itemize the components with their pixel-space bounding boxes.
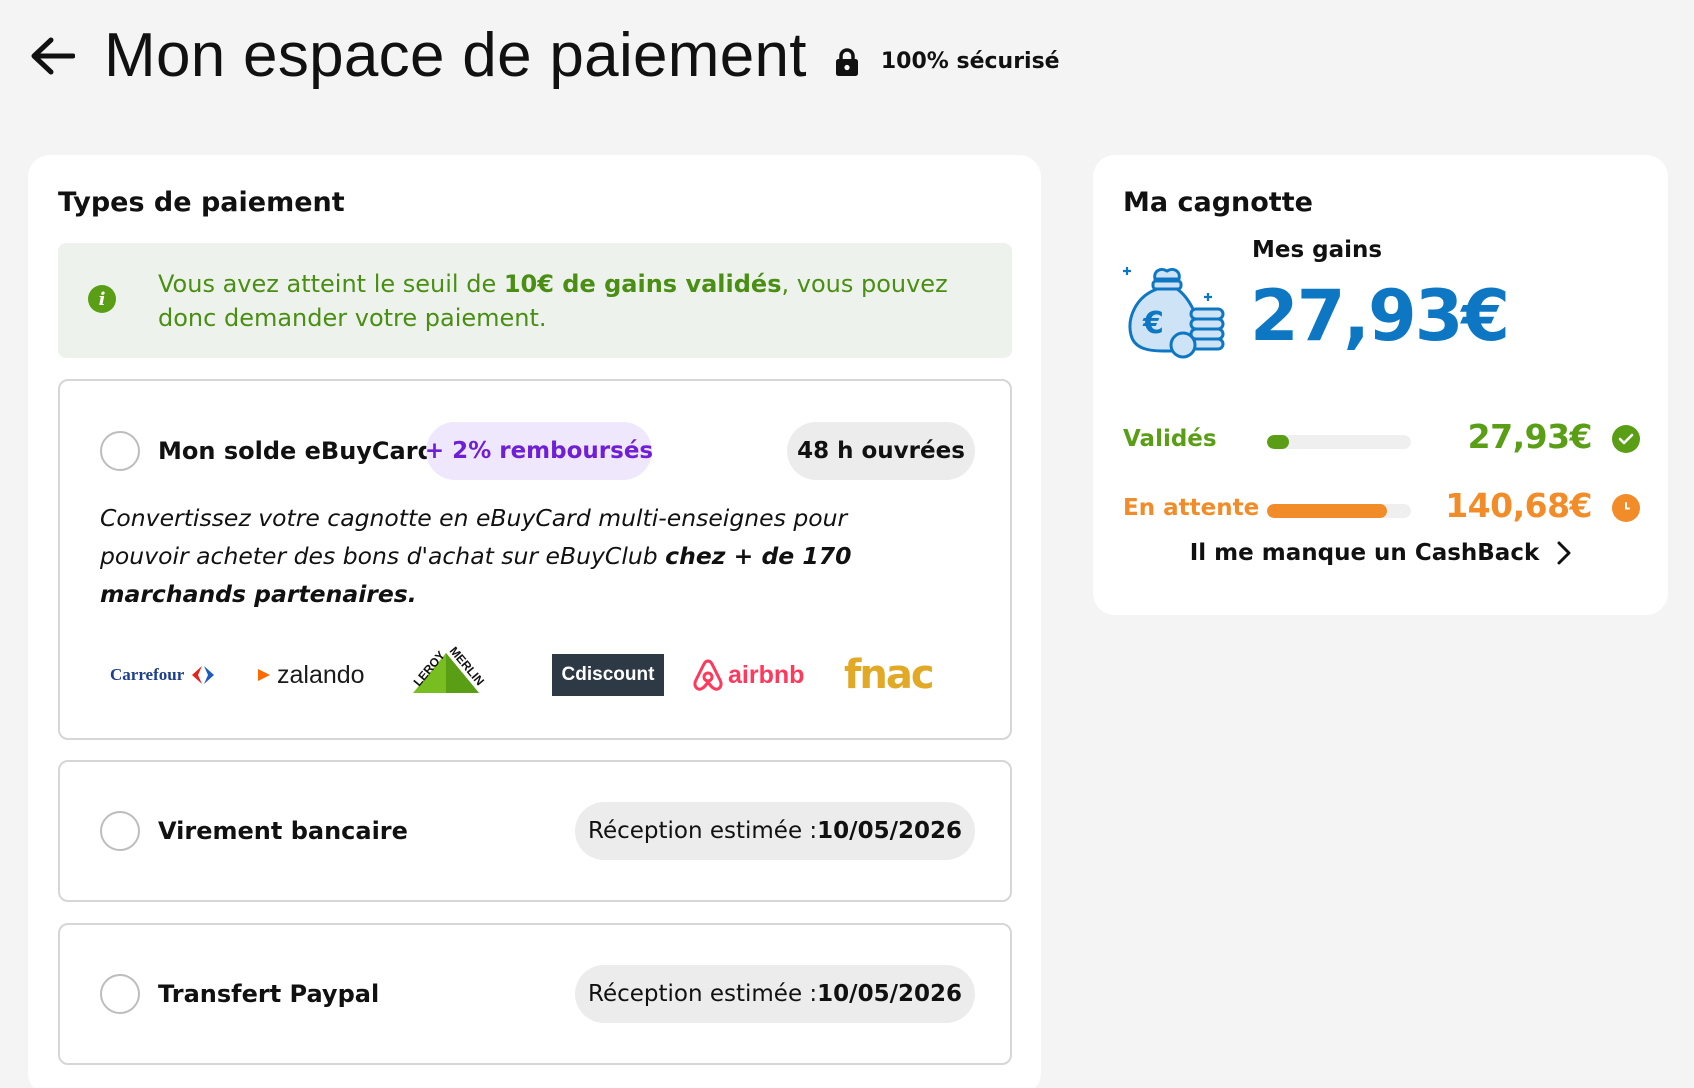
carrefour-logo: Carrefour bbox=[110, 643, 218, 707]
airbnb-logo: airbnb bbox=[692, 643, 804, 707]
virement-label: Virement bancaire bbox=[158, 817, 408, 845]
payment-option-virement[interactable]: Virement bancaire Réception estimée : 10… bbox=[58, 760, 1012, 902]
back-button[interactable] bbox=[26, 30, 78, 82]
validated-progress-fill bbox=[1267, 435, 1289, 449]
paypal-label: Transfert Paypal bbox=[158, 980, 380, 1008]
validated-progress-bar bbox=[1267, 435, 1411, 449]
svg-text:€: € bbox=[1142, 306, 1164, 341]
zalando-logo: zalando bbox=[255, 643, 365, 707]
paypal-radio[interactable] bbox=[100, 974, 140, 1014]
pending-progress-bar bbox=[1267, 504, 1411, 518]
check-circle-icon bbox=[1612, 425, 1640, 453]
partner-logos: Carrefour zalando LEROY MERLIN Cdiscount… bbox=[110, 643, 970, 707]
payment-option-ebuycard[interactable]: Mon solde eBuyCard + 2% remboursés 48 h … bbox=[58, 379, 1012, 740]
refund-badge: + 2% remboursés bbox=[425, 422, 653, 480]
virement-radio[interactable] bbox=[100, 811, 140, 851]
pending-value: 140,68€ bbox=[1445, 486, 1592, 525]
page-title: Mon espace de paiement bbox=[104, 21, 807, 90]
chevron-right-icon bbox=[1557, 541, 1571, 565]
cdiscount-logo: Cdiscount bbox=[552, 643, 664, 707]
missing-cashback-label: Il me manque un CashBack bbox=[1189, 540, 1540, 566]
reception-badge: Réception estimée : 10/05/2026 bbox=[575, 802, 975, 860]
delay-badge: 48 h ouvrées bbox=[787, 422, 975, 480]
money-bag-icon: € bbox=[1123, 267, 1225, 359]
info-icon: i bbox=[88, 285, 116, 313]
gains-label: Mes gains bbox=[1252, 237, 1383, 263]
info-text: Vous avez atteint le seuil de 10€ de gai… bbox=[158, 270, 948, 332]
validated-value: 27,93€ bbox=[1467, 417, 1593, 456]
pending-progress-fill bbox=[1267, 504, 1387, 518]
gains-amount: 27,93€ bbox=[1250, 275, 1510, 357]
arrow-left-icon bbox=[31, 37, 75, 74]
clock-icon bbox=[1612, 494, 1640, 522]
ebuycard-description: Convertissez votre cagnotte en eBuyCard … bbox=[100, 504, 852, 608]
secure-indicator: 100% sécurisé bbox=[835, 47, 1060, 77]
payment-types-title: Types de paiement bbox=[58, 187, 345, 218]
secure-label: 100% sécurisé bbox=[880, 49, 1060, 74]
ebuycard-radio[interactable] bbox=[100, 431, 140, 471]
cagnotte-title: Ma cagnotte bbox=[1123, 187, 1313, 218]
ebuycard-label: Mon solde eBuyCard bbox=[158, 437, 435, 465]
leroy-merlin-logo: LEROY MERLIN bbox=[407, 643, 485, 707]
fnac-logo: fnac bbox=[844, 652, 935, 698]
page-header: Mon espace de paiement 100% sécurisé bbox=[26, 20, 1060, 91]
missing-cashback-link[interactable]: Il me manque un CashBack bbox=[1093, 540, 1668, 566]
info-banner: i Vous avez atteint le seuil de 10€ de g… bbox=[58, 243, 1012, 358]
validated-label: Validés bbox=[1123, 426, 1217, 452]
reception-badge: Réception estimée : 10/05/2026 bbox=[575, 965, 975, 1023]
lock-icon bbox=[835, 47, 858, 76]
payment-types-card: Types de paiement i Vous avez atteint le… bbox=[28, 155, 1041, 1088]
payment-option-paypal[interactable]: Transfert Paypal Réception estimée : 10/… bbox=[58, 923, 1012, 1065]
cagnotte-card: Ma cagnotte € Mes gains 27,93€ Validés 2… bbox=[1093, 155, 1668, 615]
pending-label: En attente bbox=[1123, 495, 1260, 521]
